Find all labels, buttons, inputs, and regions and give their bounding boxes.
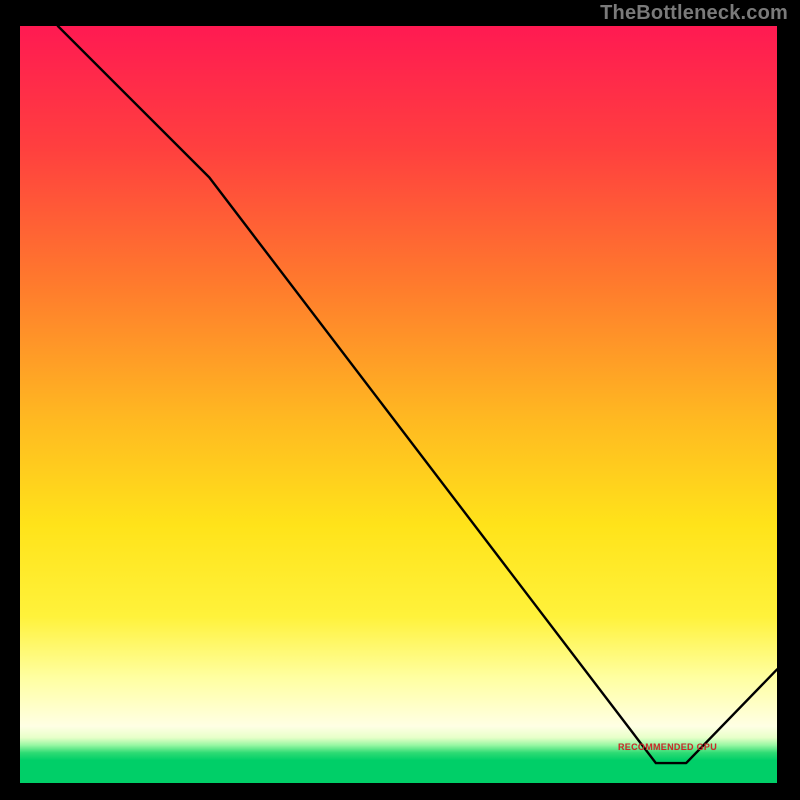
recommended-gpu-label: RECOMMENDED GPU: [618, 742, 717, 752]
plot-area: RECOMMENDED GPU: [20, 26, 777, 783]
chart-frame: TheBottleneck.com RECOMMENDED GPU: [0, 0, 800, 800]
watermark-text: TheBottleneck.com: [600, 2, 788, 25]
bottleneck-curve: [20, 26, 777, 783]
